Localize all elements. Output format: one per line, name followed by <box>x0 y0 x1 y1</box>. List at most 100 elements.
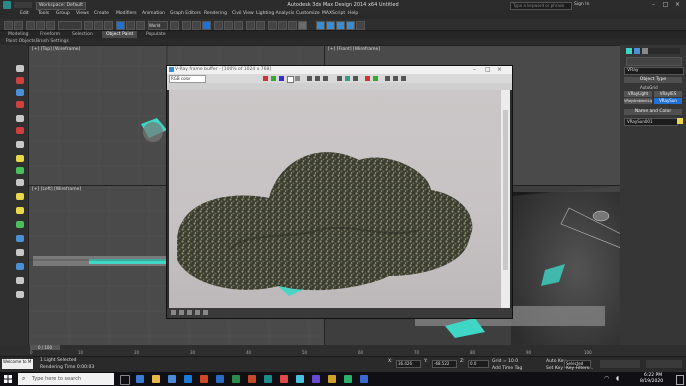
playback-controls[interactable] <box>600 360 640 368</box>
align-icon[interactable] <box>224 21 233 30</box>
move-icon[interactable] <box>116 21 125 30</box>
layer-manager-icon[interactable] <box>234 21 243 30</box>
vray-toolbar-icon[interactable] <box>316 21 325 30</box>
history-icon[interactable] <box>385 76 390 81</box>
rect-selection-icon[interactable] <box>104 21 113 30</box>
autogrid-checkbox[interactable]: AutoGrid <box>640 85 658 90</box>
close-icon[interactable]: × <box>497 66 502 73</box>
scrollbar-thumb[interactable] <box>503 110 508 270</box>
yellow-tool-icon[interactable] <box>16 193 24 200</box>
clock-date[interactable]: 8/19/2020 <box>640 379 663 384</box>
menu-civil-view[interactable]: Civil View <box>232 11 254 16</box>
unlink-icon[interactable] <box>36 21 45 30</box>
menu-help[interactable]: Help <box>348 11 358 16</box>
frame-buffer-titlebar[interactable]: V-Ray frame buffer - [100% of 1024 x 768… <box>167 66 512 74</box>
task-view-icon[interactable] <box>120 375 130 385</box>
yellow-tool-icon[interactable] <box>16 207 24 214</box>
blue-tool-icon[interactable] <box>16 235 24 242</box>
link-vfb-icon[interactable] <box>353 76 358 81</box>
object-color-swatch[interactable] <box>677 118 683 124</box>
minimize-icon[interactable]: – <box>473 66 476 73</box>
select-tool-icon[interactable] <box>16 65 24 72</box>
vrayies-button[interactable]: VRayIES <box>654 91 682 97</box>
store-icon[interactable] <box>168 375 176 383</box>
frame-buffer-tool-icon[interactable] <box>187 310 192 315</box>
app-icon[interactable] <box>328 375 336 383</box>
rendered-image[interactable] <box>169 90 501 308</box>
percent-snap-icon[interactable] <box>202 21 211 30</box>
clear-image-icon[interactable] <box>315 76 320 81</box>
x-coordinate-field[interactable]: 36.426 <box>396 360 421 368</box>
schematic-view-icon[interactable] <box>256 21 265 30</box>
frame-buffer-tool-icon[interactable] <box>179 310 184 315</box>
gray-tool-icon[interactable] <box>16 277 24 284</box>
red-tool-icon[interactable] <box>16 101 24 108</box>
tab-selection[interactable]: Selection <box>68 31 97 38</box>
menu-create[interactable]: Create <box>94 11 109 16</box>
vraysun-button[interactable]: VRaySun <box>654 98 682 104</box>
red-tool-icon[interactable] <box>16 127 24 134</box>
frame-buffer-tool-icon[interactable] <box>203 310 208 315</box>
viewport-navigation-controls[interactable] <box>646 360 682 368</box>
angle-snap-icon[interactable] <box>192 21 201 30</box>
edge-icon[interactable] <box>136 375 144 383</box>
tab-object-paint[interactable]: Object Paint <box>102 31 138 38</box>
color-correction-icon[interactable] <box>401 76 406 81</box>
green-tool-icon[interactable] <box>16 167 24 174</box>
render-icon[interactable] <box>373 76 378 81</box>
app-icon[interactable] <box>360 375 368 383</box>
blue-tool-icon[interactable] <box>16 263 24 270</box>
menu-graph-editors[interactable]: Graph Editors <box>170 11 201 16</box>
sign-in-button[interactable]: Sign In <box>574 2 589 7</box>
rollout-name-color[interactable]: Name and Color <box>624 109 682 115</box>
wifi-icon[interactable]: ◠ <box>604 375 609 382</box>
select-by-name-icon[interactable] <box>94 21 103 30</box>
set-key-button[interactable]: Set Key <box>546 366 563 371</box>
object-category-icons[interactable] <box>626 57 682 66</box>
stop-render-icon[interactable] <box>365 76 370 81</box>
green-channel-icon[interactable] <box>271 76 276 81</box>
app-icon[interactable] <box>296 375 304 383</box>
maximize-icon[interactable]: □ <box>485 66 491 73</box>
vray-tool-icon[interactable] <box>356 21 365 30</box>
render-production-icon[interactable] <box>298 21 307 30</box>
hierarchy-tab-icon[interactable] <box>642 48 648 54</box>
tab-freeform[interactable]: Freeform <box>36 31 64 38</box>
object-name-input[interactable]: VRaySun001 <box>624 118 678 126</box>
key-filters-button[interactable]: Key Filters... <box>566 366 593 371</box>
menu-group[interactable]: Group <box>56 11 70 16</box>
mono-icon[interactable] <box>295 76 300 81</box>
gray-tool-icon[interactable] <box>16 115 24 122</box>
copy-image-icon[interactable] <box>323 76 328 81</box>
track-mouse-icon[interactable] <box>337 76 342 81</box>
rotate-icon[interactable] <box>126 21 135 30</box>
blue-channel-icon[interactable] <box>279 76 284 81</box>
app-icon[interactable] <box>312 375 320 383</box>
rollout-object-type[interactable]: Object Type <box>624 77 682 83</box>
menu-maxscript[interactable]: MAXScript <box>322 11 345 16</box>
selection-filter-dropdown[interactable] <box>58 21 82 30</box>
powerpoint-icon[interactable] <box>248 375 256 383</box>
snap-icon[interactable] <box>182 21 191 30</box>
maximize-icon[interactable]: □ <box>660 1 671 8</box>
reference-coordinate-dropdown[interactable]: World <box>148 21 168 30</box>
region-render-icon[interactable] <box>345 76 350 81</box>
green-tool-icon[interactable] <box>16 221 24 228</box>
render-setup-icon[interactable] <box>278 21 287 30</box>
office-icon[interactable] <box>200 375 208 383</box>
scale-icon[interactable] <box>136 21 145 30</box>
modify-tab-icon[interactable] <box>634 48 640 54</box>
viewport-label[interactable]: [+] [Front] [Wireframe] <box>328 47 380 52</box>
red-tool-icon[interactable] <box>16 77 24 84</box>
maxscript-listener[interactable]: Welcome to M <box>2 359 33 369</box>
mirror-icon[interactable] <box>214 21 223 30</box>
file-explorer-icon[interactable] <box>152 375 160 383</box>
word-icon[interactable] <box>216 375 224 383</box>
frame-buffer-scrollbar[interactable] <box>501 90 510 308</box>
notifications-icon[interactable] <box>676 375 684 385</box>
windows-start-icon[interactable] <box>4 375 12 383</box>
tab-populate[interactable]: Populate <box>142 31 170 38</box>
excel-icon[interactable] <box>232 375 240 383</box>
z-coordinate-field[interactable]: 0.0 <box>468 360 489 368</box>
chrome-icon[interactable] <box>280 375 288 383</box>
